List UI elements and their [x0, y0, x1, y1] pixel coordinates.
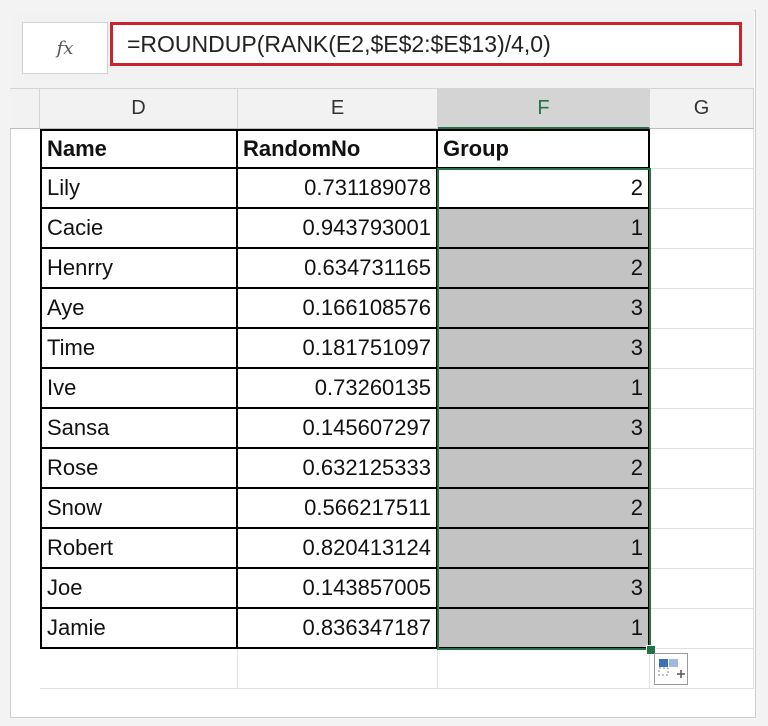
name-cell[interactable]: Rose	[40, 449, 238, 489]
column-header-d[interactable]: D	[40, 89, 238, 129]
name-cell[interactable]: Ive	[40, 369, 238, 409]
random-number-cell[interactable]: 0.836347187	[238, 609, 438, 649]
empty-cell[interactable]	[40, 649, 238, 689]
column-header-e[interactable]: E	[238, 89, 438, 129]
formula-text: =ROUNDUP(RANK(E2,$E$2:$E$13)/4,0)	[127, 30, 551, 57]
group-cell[interactable]: 1	[438, 369, 650, 409]
empty-cell[interactable]	[650, 169, 754, 209]
fx-icon: fx	[56, 37, 74, 59]
table-header-cell[interactable]: Group	[438, 129, 650, 169]
empty-cell[interactable]	[650, 529, 754, 569]
random-number-cell[interactable]: 0.73260135	[238, 369, 438, 409]
select-all-corner[interactable]	[10, 89, 40, 129]
empty-cell[interactable]	[650, 369, 754, 409]
random-number-cell[interactable]: 0.181751097	[238, 329, 438, 369]
name-cell[interactable]: Time	[40, 329, 238, 369]
group-cell[interactable]: 1	[438, 609, 650, 649]
formula-bar: fx =ROUNDUP(RANK(E2,$E$2:$E$13)/4,0)	[10, 10, 754, 89]
group-cell[interactable]: 3	[438, 289, 650, 329]
empty-cell[interactable]	[650, 409, 754, 449]
empty-cell[interactable]	[650, 569, 754, 609]
random-number-cell[interactable]: 0.145607297	[238, 409, 438, 449]
group-cell[interactable]: 1	[438, 529, 650, 569]
name-cell[interactable]: Lily	[40, 169, 238, 209]
random-number-cell[interactable]: 0.731189078	[238, 169, 438, 209]
name-cell[interactable]: Cacie	[40, 209, 238, 249]
name-cell[interactable]: Sansa	[40, 409, 238, 449]
quick-analysis-icon[interactable]	[654, 653, 688, 685]
group-cell[interactable]: 3	[438, 409, 650, 449]
random-number-cell[interactable]: 0.634731165	[238, 249, 438, 289]
table-header-cell[interactable]: Name	[40, 129, 238, 169]
name-cell[interactable]: Aye	[40, 289, 238, 329]
group-cell[interactable]: 3	[438, 329, 650, 369]
random-number-cell[interactable]: 0.166108576	[238, 289, 438, 329]
insert-function-button[interactable]: fx	[22, 22, 108, 74]
name-cell[interactable]: Henrry	[40, 249, 238, 289]
empty-cell[interactable]	[650, 449, 754, 489]
name-cell[interactable]: Snow	[40, 489, 238, 529]
empty-cell[interactable]	[650, 129, 754, 169]
name-cell[interactable]: Jamie	[40, 609, 238, 649]
group-cell[interactable]: 2	[438, 249, 650, 289]
group-cell[interactable]: 2	[438, 449, 650, 489]
empty-cell[interactable]	[650, 609, 754, 649]
random-number-cell[interactable]: 0.566217511	[238, 489, 438, 529]
column-header-g[interactable]: G	[650, 89, 754, 129]
empty-cell[interactable]	[650, 249, 754, 289]
column-header-f[interactable]: F	[438, 89, 650, 129]
empty-cell[interactable]	[650, 209, 754, 249]
empty-cell[interactable]	[650, 489, 754, 529]
formula-input[interactable]: =ROUNDUP(RANK(E2,$E$2:$E$13)/4,0)	[110, 22, 742, 66]
random-number-cell[interactable]: 0.943793001	[238, 209, 438, 249]
random-number-cell[interactable]: 0.143857005	[238, 569, 438, 609]
empty-cell[interactable]	[650, 289, 754, 329]
group-cell[interactable]: 2	[438, 169, 650, 209]
name-cell[interactable]: Joe	[40, 569, 238, 609]
random-number-cell[interactable]: 0.820413124	[238, 529, 438, 569]
group-cell[interactable]: 1	[438, 209, 650, 249]
empty-cell[interactable]	[650, 329, 754, 369]
group-cell[interactable]: 3	[438, 569, 650, 609]
table-header-cell[interactable]: RandomNo	[238, 129, 438, 169]
random-number-cell[interactable]: 0.632125333	[238, 449, 438, 489]
empty-cell[interactable]	[438, 649, 650, 689]
empty-cell[interactable]	[238, 649, 438, 689]
group-cell[interactable]: 2	[438, 489, 650, 529]
name-cell[interactable]: Robert	[40, 529, 238, 569]
